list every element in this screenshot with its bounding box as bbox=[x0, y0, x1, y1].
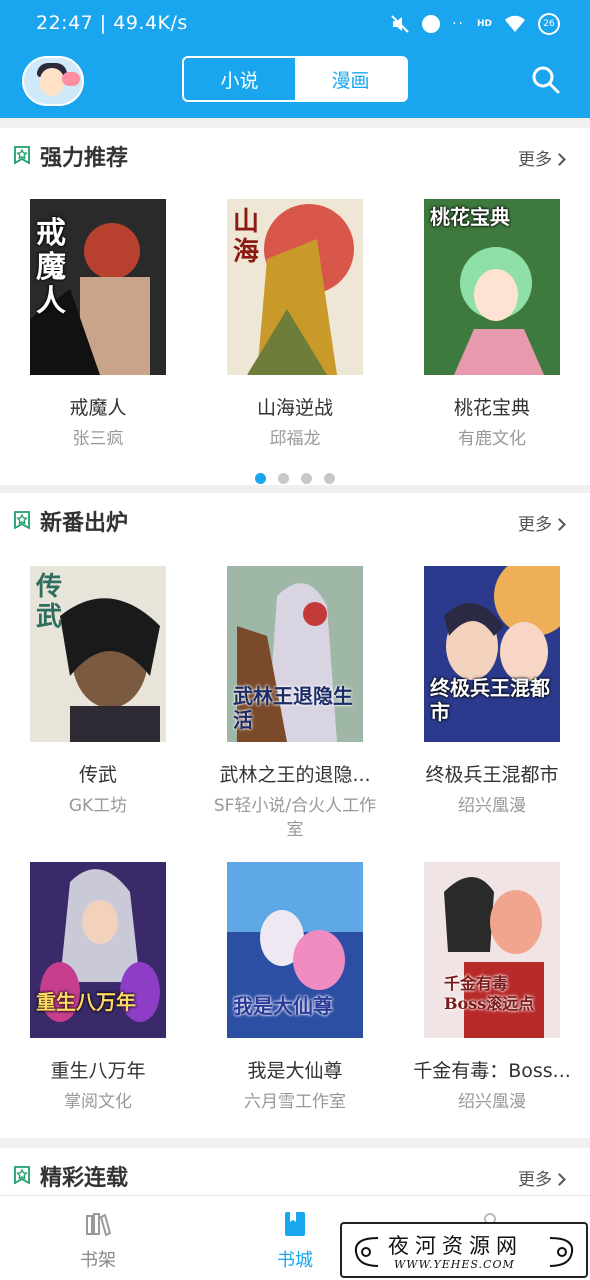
comic-author: SF轻小说/合火人工作室 bbox=[213, 796, 377, 840]
comic-cover: 终极兵王混都市 bbox=[424, 566, 560, 742]
chevron-right-icon bbox=[553, 518, 566, 531]
section-new-releases: 新番出炉 更多 传武 传武 GK工坊 武林王退隐生活 武林之王的退隐... SF… bbox=[0, 493, 590, 1138]
bookstore-icon bbox=[285, 1212, 305, 1236]
site-watermark: 夜河资源网 WWW.YEHES.COM bbox=[340, 1222, 588, 1278]
pager-dot[interactable] bbox=[324, 473, 335, 484]
status-time: 22:47 | 49.4K/s bbox=[36, 12, 188, 34]
comic-cover: 桃花宝典 bbox=[424, 199, 560, 375]
ornament-left-icon bbox=[354, 1237, 379, 1267]
comic-title: 桃花宝典 bbox=[453, 397, 530, 419]
ornament-right-icon bbox=[549, 1237, 574, 1267]
main-content[interactable]: 强力推荐 更多 戒魔人 戒魔人 张三疯 山海 山海逆战 邱福龙 桃花宝典 桃花宝… bbox=[0, 118, 590, 1195]
more-label: 更多 bbox=[518, 1170, 552, 1190]
chevron-right-icon bbox=[553, 153, 566, 166]
more-link[interactable]: 更多 bbox=[518, 510, 566, 535]
star-badge-icon bbox=[14, 146, 30, 165]
comic-cover: 传武 bbox=[30, 566, 166, 742]
comic-cover: 重生八万年 bbox=[30, 862, 166, 1038]
comic-author: 掌阅文化 bbox=[64, 1092, 132, 1112]
section-title: 新番出炉 bbox=[40, 511, 129, 536]
comic-author: 六月雪工作室 bbox=[244, 1092, 346, 1112]
cover-title-art: 武林王退隐生活 bbox=[233, 684, 353, 732]
cover-title-art: 重生八万年 bbox=[36, 990, 136, 1014]
star-badge-icon bbox=[14, 1166, 30, 1185]
more-label: 更多 bbox=[518, 515, 552, 535]
avatar-face bbox=[40, 68, 64, 96]
wifi-icon bbox=[504, 15, 526, 33]
search-icon[interactable] bbox=[530, 64, 562, 96]
tab-bookstore[interactable]: 书城 bbox=[235, 1196, 355, 1280]
section-title: 精彩连载 bbox=[40, 1166, 129, 1191]
section-title: 强力推荐 bbox=[40, 146, 129, 171]
app-header: 22:47 | 49.4K/s ·· HD 26 小说 漫画 bbox=[0, 0, 590, 118]
comic-title: 山海逆战 bbox=[256, 397, 333, 419]
section-header: 强力推荐 更多 bbox=[0, 128, 590, 184]
comic-author: 邱福龙 bbox=[269, 429, 321, 449]
cover-title-art: 传武 bbox=[36, 572, 63, 632]
cover-title-art: 戒魔人 bbox=[36, 216, 66, 319]
pager-dot[interactable] bbox=[278, 473, 289, 484]
tab-label: 书城 bbox=[277, 1250, 313, 1271]
comic-title: 重生八万年 bbox=[50, 1060, 146, 1082]
section-serials: 精彩连载 更多 bbox=[0, 1148, 590, 1195]
avatar-hand bbox=[62, 72, 80, 86]
comic-title: 终极兵王混都市 bbox=[425, 764, 559, 786]
cover-title-art: 终极兵王混都市 bbox=[430, 676, 550, 724]
battery-icon: 26 bbox=[538, 13, 560, 35]
comic-title: 传武 bbox=[78, 764, 117, 786]
watermark-url: WWW.YEHES.COM bbox=[394, 1258, 515, 1271]
comic-cover: 武林王退隐生活 bbox=[227, 566, 363, 742]
status-icons: ·· HD 26 bbox=[390, 13, 560, 35]
status-bar: 22:47 | 49.4K/s ·· HD 26 bbox=[0, 0, 590, 52]
comic-cover: 戒魔人 bbox=[30, 199, 166, 375]
comic-cover: 我是大仙尊 bbox=[227, 862, 363, 1038]
tab-novel[interactable]: 小说 bbox=[184, 58, 295, 100]
cover-title-art: 桃花宝典 bbox=[430, 205, 510, 229]
mute-icon bbox=[390, 14, 410, 34]
comic-title: 我是大仙尊 bbox=[247, 1060, 343, 1082]
more-label: 更多 bbox=[518, 150, 552, 170]
comic-author: 绍兴凰漫 bbox=[458, 1092, 526, 1112]
alarm-clock-icon bbox=[422, 15, 441, 33]
cover-title-art: 我是大仙尊 bbox=[233, 994, 333, 1018]
hd-network-label: HD bbox=[476, 19, 492, 29]
cover-title-art: 山海 bbox=[233, 207, 260, 267]
pager-dot[interactable] bbox=[301, 473, 312, 484]
watermark-title: 夜河资源网 bbox=[388, 1234, 523, 1258]
comic-author: 有鹿文化 bbox=[458, 429, 526, 449]
tab-comic[interactable]: 漫画 bbox=[295, 58, 406, 100]
content-type-switch: 小说 漫画 bbox=[182, 56, 408, 102]
cover-title-art: 千金有毒 Boss滚远点 bbox=[444, 974, 535, 1013]
star-badge-icon bbox=[14, 511, 30, 530]
more-link[interactable]: 更多 bbox=[518, 1165, 566, 1190]
comic-cover: 山海 bbox=[227, 199, 363, 375]
more-link[interactable]: 更多 bbox=[518, 145, 566, 170]
pager-dot-active[interactable] bbox=[255, 473, 266, 484]
chevron-right-icon bbox=[553, 1173, 566, 1186]
comic-cover: 千金有毒 Boss滚远点 bbox=[424, 862, 560, 1038]
comic-author: 绍兴凰漫 bbox=[458, 796, 526, 816]
more-status-dots: ·· bbox=[452, 16, 465, 32]
carousel-pager bbox=[0, 473, 590, 484]
section-header: 新番出炉 更多 bbox=[0, 493, 590, 549]
tab-bookshelf[interactable]: 书架 bbox=[38, 1196, 158, 1280]
comic-author: 张三疯 bbox=[72, 429, 124, 449]
section-header: 精彩连载 更多 bbox=[0, 1148, 590, 1195]
tab-label: 书架 bbox=[80, 1250, 116, 1271]
section-recommended: 强力推荐 更多 戒魔人 戒魔人 张三疯 山海 山海逆战 邱福龙 桃花宝典 桃花宝… bbox=[0, 128, 590, 485]
comic-title: 戒魔人 bbox=[69, 397, 127, 419]
user-avatar[interactable] bbox=[22, 56, 84, 106]
comic-title: 武林之王的退隐... bbox=[219, 764, 371, 786]
bookshelf-icon bbox=[86, 1213, 112, 1237]
comic-title: 千金有毒：Boss... bbox=[413, 1060, 571, 1082]
comic-author: GK工坊 bbox=[68, 796, 128, 816]
